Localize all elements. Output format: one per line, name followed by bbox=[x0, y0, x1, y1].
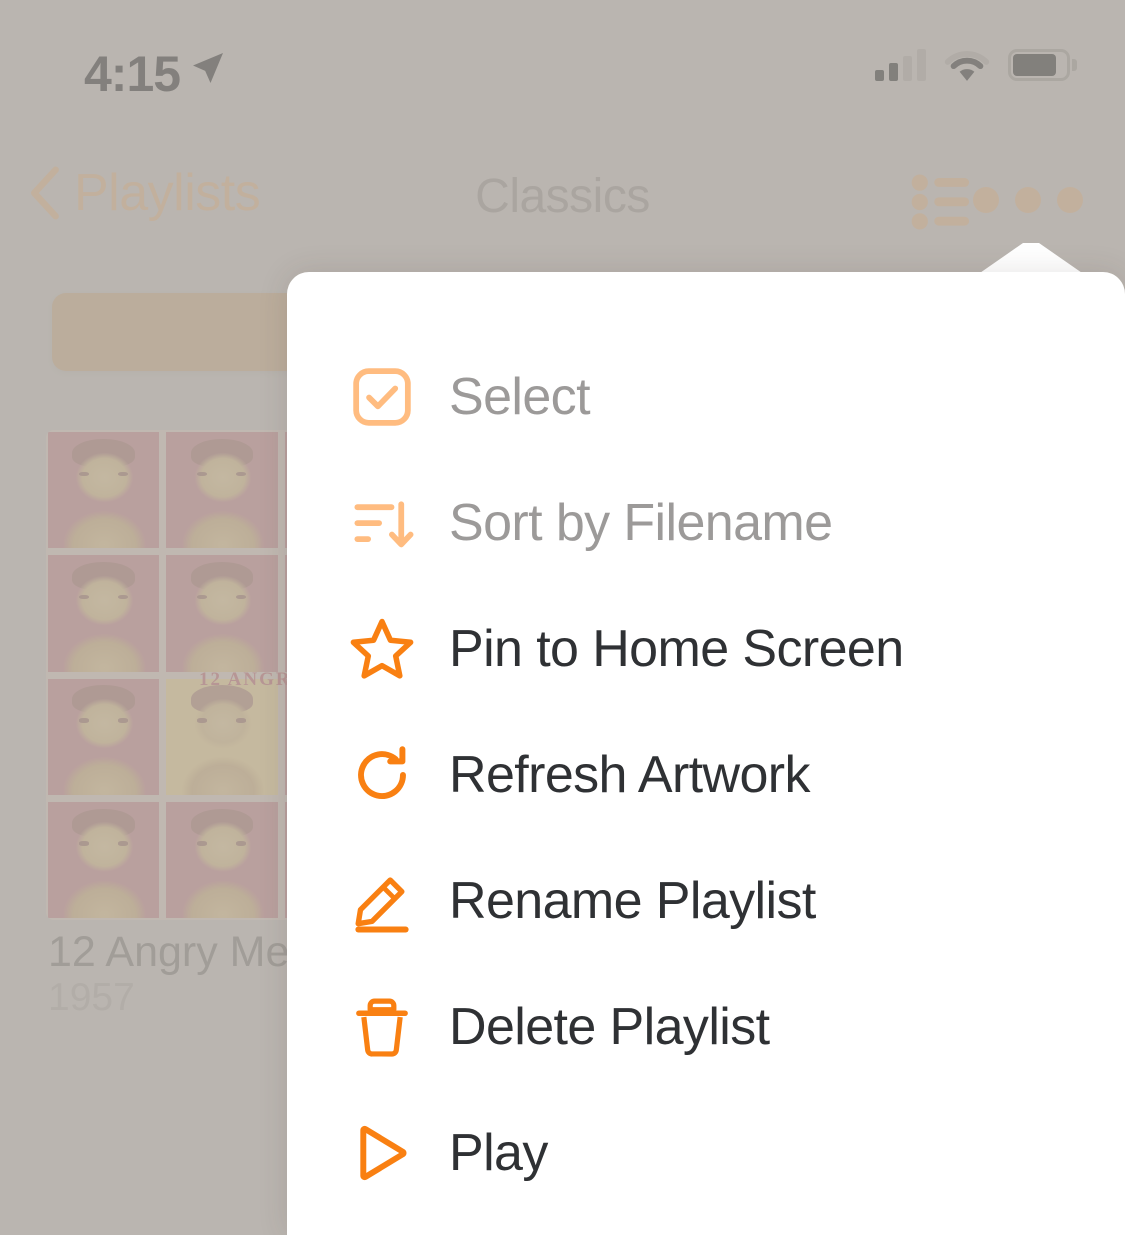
location-arrow-icon bbox=[193, 53, 223, 83]
navigation-bar: Playlists Classics bbox=[0, 155, 1125, 250]
menu-item-label: Sort by Filename bbox=[449, 494, 833, 552]
menu-item-rename-playlist[interactable]: Rename Playlist bbox=[287, 838, 1125, 964]
play-triangle-icon bbox=[345, 1116, 419, 1190]
refresh-icon bbox=[345, 738, 419, 812]
menu-item-label: Pin to Home Screen bbox=[449, 620, 904, 678]
list-bullet-icon[interactable] bbox=[911, 173, 973, 231]
poster-face bbox=[166, 432, 278, 549]
status-bar-indicators bbox=[875, 48, 1077, 82]
poster-face bbox=[48, 678, 160, 795]
menu-item-delete-playlist[interactable]: Delete Playlist bbox=[287, 964, 1125, 1090]
poster-face bbox=[48, 801, 160, 918]
context-menu-list: Select Sort by Filename Pin to Home Scre… bbox=[287, 272, 1125, 1216]
poster-face bbox=[166, 678, 278, 795]
poster-face bbox=[166, 801, 278, 918]
menu-item-sort-by-filename[interactable]: Sort by Filename bbox=[287, 460, 1125, 586]
poster-face bbox=[166, 555, 278, 672]
menu-item-select[interactable]: Select bbox=[287, 334, 1125, 460]
poster-face bbox=[48, 432, 160, 549]
menu-item-label: Refresh Artwork bbox=[449, 746, 811, 804]
pencil-icon bbox=[345, 864, 419, 938]
trash-icon bbox=[345, 990, 419, 1064]
item-year: 1957 bbox=[48, 976, 135, 1019]
menu-item-label: Delete Playlist bbox=[449, 998, 770, 1056]
checkbox-checked-icon bbox=[345, 360, 419, 434]
context-menu-popover: Select Sort by Filename Pin to Home Scre… bbox=[287, 272, 1125, 1235]
ellipsis-dot bbox=[973, 187, 999, 213]
ellipsis-dot bbox=[1015, 187, 1041, 213]
status-bar: 4:15 bbox=[0, 0, 1125, 120]
popover-arrow bbox=[977, 243, 1085, 275]
ellipsis-dot bbox=[1057, 187, 1083, 213]
item-title: 12 Angry Men bbox=[48, 928, 314, 976]
star-icon bbox=[345, 612, 419, 686]
wifi-icon bbox=[944, 51, 990, 81]
battery-icon bbox=[1008, 49, 1077, 81]
cellular-signal-icon bbox=[875, 49, 926, 81]
more-options-button[interactable] bbox=[973, 187, 1083, 213]
menu-item-label: Rename Playlist bbox=[449, 872, 816, 930]
poster-face bbox=[48, 555, 160, 672]
sort-descending-icon bbox=[345, 486, 419, 560]
menu-item-pin-to-home-screen[interactable]: Pin to Home Screen bbox=[287, 586, 1125, 712]
menu-item-label: Select bbox=[449, 368, 591, 426]
status-bar-time: 4:15 bbox=[84, 46, 181, 102]
menu-item-refresh-artwork[interactable]: Refresh Artwork bbox=[287, 712, 1125, 838]
menu-item-label: Play bbox=[449, 1124, 548, 1182]
menu-item-play[interactable]: Play bbox=[287, 1090, 1125, 1216]
